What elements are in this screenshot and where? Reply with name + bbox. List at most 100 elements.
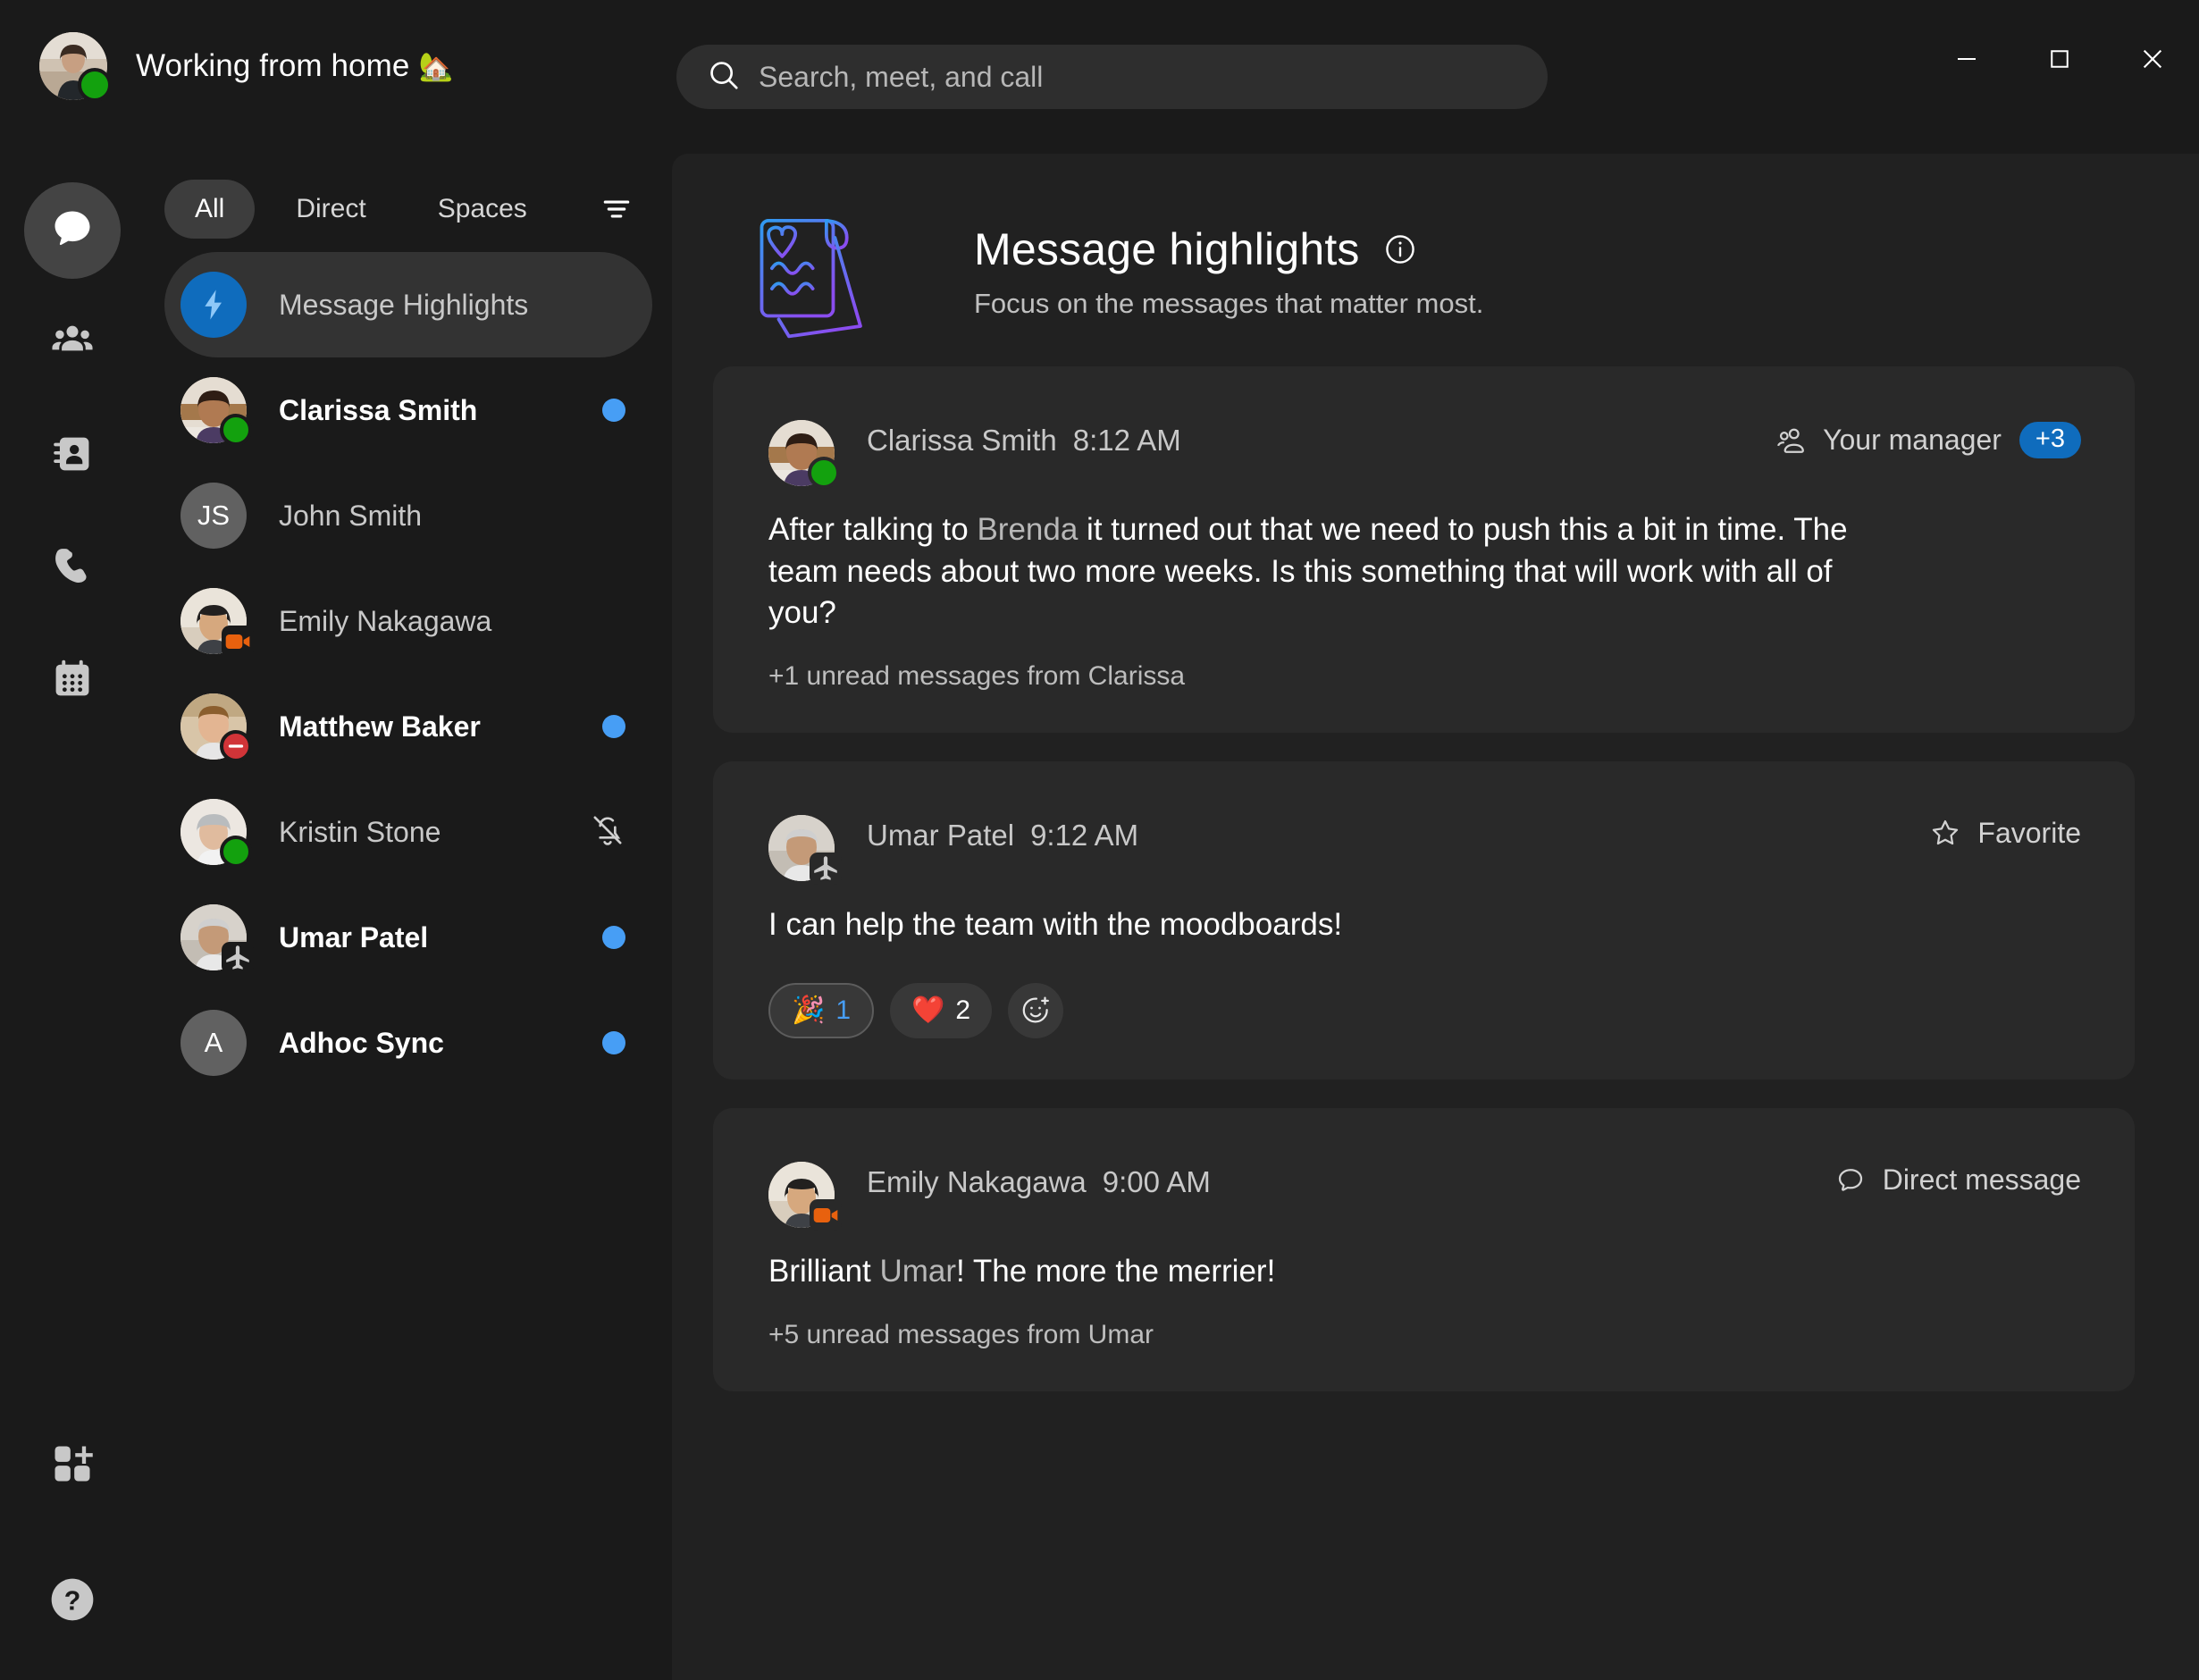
card-meta: Clarissa Smith 8:12 AM: [867, 416, 1181, 458]
list-item-label: Message Highlights: [279, 288, 529, 321]
list-item-john-smith[interactable]: JS John Smith: [164, 463, 652, 568]
list-item-clarissa-smith[interactable]: Clarissa Smith: [164, 357, 652, 463]
card-header: Emily Nakagawa 9:00 AM Direct message: [768, 1158, 2081, 1232]
card-meta: Emily Nakagawa 9:00 AM: [867, 1158, 1211, 1199]
manager-tag-count: +3: [2019, 422, 2081, 458]
rail-item-contacts[interactable]: [24, 407, 121, 504]
mention-umar[interactable]: Umar: [879, 1254, 956, 1289]
message-highlights-pane: Message highlights Focus on the messages…: [672, 154, 2199, 1680]
close-button[interactable]: [2106, 0, 2199, 118]
highlight-card[interactable]: Clarissa Smith 8:12 AM Your manager +3 A…: [713, 366, 2135, 733]
rail-item-calls[interactable]: [24, 520, 121, 617]
avatar: [180, 799, 252, 868]
card-header: Umar Patel 9:12 AM Favorite: [768, 811, 2081, 885]
direct-message-tag[interactable]: Direct message: [1834, 1158, 2081, 1197]
list-item-label: Kristin Stone: [279, 815, 441, 848]
avatar: [768, 420, 840, 489]
avatar: [180, 904, 254, 974]
list-item-kristin-stone[interactable]: Kristin Stone: [164, 779, 652, 885]
filter-lines-icon[interactable]: [592, 184, 642, 234]
list-item-label: Adhoc Sync: [279, 1026, 444, 1059]
list-item-trailing: [602, 1031, 625, 1054]
list-item-label: Matthew Baker: [279, 710, 481, 743]
list-item-label: John Smith: [279, 499, 423, 532]
highlight-card[interactable]: Umar Patel 9:12 AM Favorite I can help t…: [713, 760, 2135, 1080]
celebrate-reaction[interactable]: 🎉 1: [768, 983, 875, 1039]
airplane-badge: [222, 942, 254, 974]
favorite-tag-label: Favorite: [1977, 816, 2081, 849]
list-item-label: Umar Patel: [279, 920, 429, 953]
search-icon: [707, 58, 741, 97]
message-time: 8:12 AM: [1072, 424, 1181, 457]
presence-available-indicator: [220, 836, 252, 868]
avatar-initials: A: [180, 1010, 247, 1076]
people-icon: [1775, 424, 1807, 457]
airplane-badge: [810, 852, 842, 885]
presence-available-indicator: [220, 414, 252, 446]
avatar: [180, 693, 252, 762]
manager-tag-label: Your manager: [1823, 424, 2002, 456]
highlight-card[interactable]: Emily Nakagawa 9:00 AM Direct message Br…: [713, 1108, 2135, 1391]
list-item-matthew-baker[interactable]: Matthew Baker: [164, 674, 652, 779]
list-item-trailing: [602, 715, 625, 738]
celebrate-reaction-count: 1: [835, 995, 852, 1026]
filter-tab-all[interactable]: All: [164, 180, 256, 239]
favorite-tag[interactable]: Favorite: [1929, 811, 2081, 850]
message-text-suffix: ! The more the merrier!: [956, 1254, 1276, 1289]
search-input-placeholder[interactable]: Search, meet, and call: [759, 61, 1043, 94]
rail-item-chat[interactable]: [24, 182, 121, 279]
heart-emoji-icon: ❤️: [911, 995, 945, 1026]
status-message-text: Working from home: [136, 48, 410, 83]
profile-status[interactable]: Working from home 🏡: [39, 32, 454, 102]
list-item-trailing: [590, 812, 625, 853]
maximize-button[interactable]: [2013, 0, 2106, 118]
message-author: Emily Nakagawa: [867, 1165, 1087, 1199]
heart-reaction[interactable]: ❤️ 2: [890, 983, 993, 1039]
card-header: Clarissa Smith 8:12 AM Your manager +3: [768, 416, 2081, 489]
rail-item-teams[interactable]: [24, 295, 121, 391]
highlights-title-row: Message highlights: [974, 223, 1483, 275]
filter-tab-direct[interactable]: Direct: [265, 180, 396, 239]
message-text: Brilliant Umar! The more the merrier!: [768, 1251, 1854, 1293]
house-emoji: 🏡: [418, 51, 454, 82]
title-bar: Working from home 🏡 Search, meet, and cal…: [0, 0, 2199, 154]
rail-item-apps[interactable]: [24, 1417, 121, 1514]
star-icon: [1929, 817, 1961, 849]
minimize-button[interactable]: [1920, 0, 2013, 118]
highlights-header: Message highlights Focus on the messages…: [713, 154, 2135, 366]
message-time: 9:00 AM: [1102, 1165, 1211, 1199]
teams-icon: [49, 318, 96, 369]
list-item-emily-nakagawa[interactable]: Emily Nakagawa: [164, 568, 652, 674]
list-item-umar-patel[interactable]: Umar Patel: [164, 885, 652, 990]
rail-bottom-group: ?: [0, 1417, 145, 1650]
celebrate-emoji-icon: 🎉: [792, 995, 826, 1026]
rail-item-calendar[interactable]: [24, 633, 121, 729]
presence-busy-indicator: [220, 730, 252, 762]
lightning-icon: [180, 272, 247, 338]
avatar: [768, 1162, 842, 1232]
list-item-label: Emily Nakagawa: [279, 604, 492, 637]
teams-window: Working from home 🏡 Search, meet, and cal…: [0, 0, 2199, 1680]
reaction-bar: 🎉 1 ❤️ 2: [768, 983, 2081, 1039]
contacts-icon: [49, 431, 96, 482]
avatar: A: [180, 1010, 247, 1076]
search-bar[interactable]: Search, meet, and call: [676, 45, 1548, 109]
notifications-off-icon: [590, 812, 625, 853]
avatar[interactable]: [39, 32, 112, 102]
avatar: [768, 814, 842, 885]
list-item-adhoc-sync[interactable]: A Adhoc Sync: [164, 990, 652, 1096]
presence-available-indicator: [78, 68, 112, 102]
list-item-message-highlights[interactable]: Message Highlights: [164, 252, 652, 357]
filter-tab-spaces[interactable]: Spaces: [407, 180, 558, 239]
chat-filters: All Direct Spaces: [145, 166, 672, 252]
left-rail: ?: [0, 154, 145, 1680]
add-reaction-icon[interactable]: [1008, 983, 1064, 1039]
mention-brenda[interactable]: Brenda: [977, 512, 1078, 547]
rail-item-help[interactable]: ?: [24, 1553, 121, 1650]
list-item-trailing: [602, 926, 625, 949]
manager-tag[interactable]: Your manager +3: [1775, 416, 2081, 458]
avatar: [180, 377, 252, 446]
message-time: 9:12 AM: [1030, 818, 1139, 852]
apps-add-icon: [49, 1441, 96, 1491]
info-icon[interactable]: [1383, 232, 1417, 266]
